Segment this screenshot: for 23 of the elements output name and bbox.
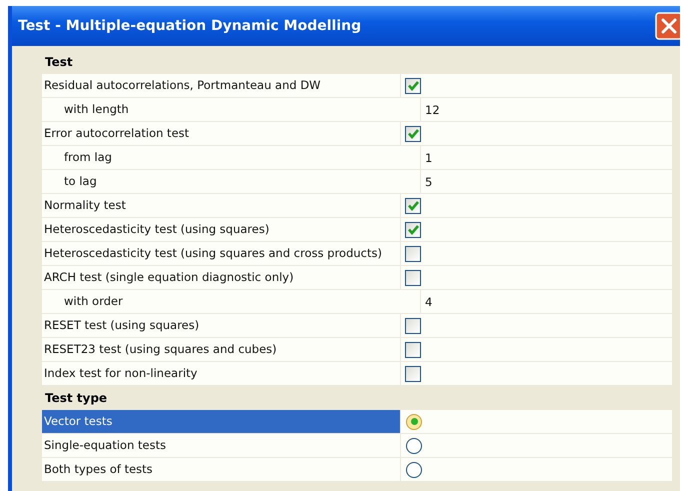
- option-label[interactable]: from lag: [42, 146, 421, 169]
- option-label[interactable]: with order: [42, 290, 421, 313]
- option-label[interactable]: Both types of tests: [42, 458, 401, 481]
- section-heading: Test: [44, 54, 74, 71]
- option-label[interactable]: Heteroscedasticity test (using squares): [42, 218, 401, 241]
- section-heading: Test type: [44, 390, 108, 407]
- option-label[interactable]: Index test for non-linearity: [42, 362, 401, 385]
- option-label[interactable]: Vector tests: [42, 410, 401, 433]
- option-label[interactable]: Residual autocorrelations, Portmanteau and DW: [42, 74, 401, 97]
- option-label[interactable]: Heteroscedasticity test (using squares and cross products): [42, 242, 401, 265]
- option-label[interactable]: RESET test (using squares): [42, 314, 401, 337]
- option-label[interactable]: Normality test: [42, 194, 401, 217]
- option-label[interactable]: to lag: [42, 170, 421, 193]
- value-text[interactable]: 4: [425, 294, 432, 308]
- value-text[interactable]: 1: [425, 150, 432, 164]
- value-text[interactable]: 12: [425, 102, 440, 116]
- option-label[interactable]: RESET23 test (using squares and cubes): [42, 338, 401, 361]
- option-label[interactable]: Single-equation tests: [42, 434, 401, 457]
- option-label[interactable]: Error autocorrelation test: [42, 122, 401, 145]
- option-label[interactable]: with length: [42, 98, 421, 121]
- option-label[interactable]: ARCH test (single equation diagnostic only): [42, 266, 401, 289]
- value-text[interactable]: 5: [425, 174, 432, 188]
- window-title: Test - Multiple-equation Dynamic Modelling: [18, 18, 362, 34]
